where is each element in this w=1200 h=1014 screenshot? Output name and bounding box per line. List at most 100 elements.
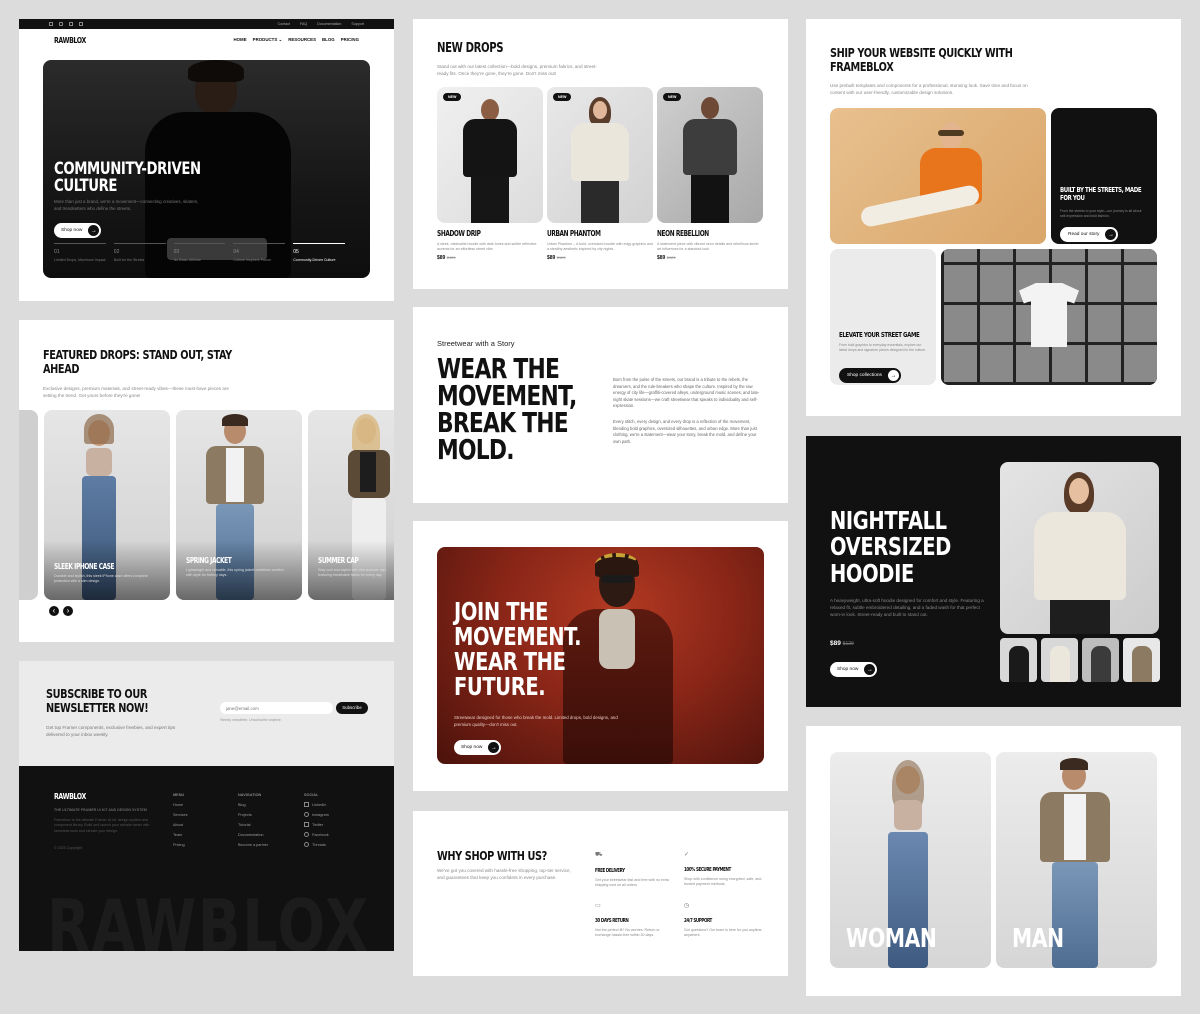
brand-logo[interactable]: RAWBLOX xyxy=(54,36,86,45)
footer-link[interactable]: Projects xyxy=(238,813,268,817)
nightfall-shop-button[interactable]: Shop now → xyxy=(830,662,878,677)
product-desc: Urban Phantom – A bold, oversized hoodie… xyxy=(547,242,653,252)
card-desc: Lightweight and versatile, this spring j… xyxy=(186,568,284,578)
arrow-right-icon: → xyxy=(1105,229,1117,240)
new-badge: NEW xyxy=(553,93,572,101)
nav-products[interactable]: PRODUCTS ⌄ xyxy=(253,37,283,43)
product-image[interactable]: NEW xyxy=(547,87,653,223)
elevate-title: ELEVATE YOUR STREET GAME xyxy=(839,331,920,339)
topbar-link-support[interactable]: Support xyxy=(351,22,364,26)
feature-free-delivery: ⛟ FREE DELIVERY Get your streetwear fast… xyxy=(595,851,675,889)
shop-collections-button[interactable]: Shop collections → xyxy=(839,368,901,383)
why-card: WHY SHOP WITH US? We've got you covered … xyxy=(413,811,788,976)
facebook-icon[interactable] xyxy=(79,22,83,26)
hero-shop-button[interactable]: Shop now → xyxy=(54,223,102,238)
product-old-price: $120 xyxy=(666,255,676,261)
story-para-2: Every stitch, every design, and every dr… xyxy=(613,419,757,444)
product-price: $89 xyxy=(437,255,446,262)
footer-link[interactable]: Team xyxy=(173,833,188,837)
why-desc: We've got you covered with hassle-free s… xyxy=(437,868,571,880)
footer-link[interactable]: Pricing xyxy=(173,843,188,847)
story-eyebrow: Streetwear with a Story xyxy=(437,339,515,348)
ship-card: SHIP YOUR WEBSITE QUICKLY WITH FRAMEBLOX… xyxy=(806,19,1181,416)
carousel-next-button[interactable]: › xyxy=(63,606,73,616)
instagram-icon[interactable] xyxy=(59,22,63,26)
step-2[interactable]: 02 Built for the Streets xyxy=(113,243,166,262)
read-story-button[interactable]: Read our story → xyxy=(1060,227,1119,242)
social-facebook[interactable]: Facebook xyxy=(304,832,329,837)
thumbnail[interactable] xyxy=(1041,638,1078,682)
footer-link[interactable]: About xyxy=(173,823,188,827)
twitter-icon[interactable] xyxy=(69,22,73,26)
product-card[interactable]: NEW URBAN PHANTOM Urban Phantom – A bold… xyxy=(547,87,653,261)
nav-blog[interactable]: BLOG xyxy=(322,37,335,43)
product-card[interactable]: NEW SHADOW DRIP A sleek, minimalist hood… xyxy=(437,87,543,261)
thumbnail[interactable] xyxy=(1000,638,1037,682)
card-desc: Stay cool and stylish with this summer c… xyxy=(318,568,387,578)
footer-brand[interactable]: RAWBLOX xyxy=(54,792,86,801)
tshirt-window-image xyxy=(941,249,1157,385)
feature-desc: Not the perfect fit? No worries. Return … xyxy=(595,928,660,938)
footer-link[interactable]: Tutorial xyxy=(238,823,268,827)
carousel-card-iphone[interactable]: SLEEK IPHONE CASE Durable and stylish, t… xyxy=(44,410,170,600)
nav-pricing[interactable]: PRICING xyxy=(341,37,359,43)
elevate-desc: From bold graphics to everyday essential… xyxy=(839,343,927,352)
story-para-1: Born from the pulse of the streets, our … xyxy=(613,377,760,408)
step-4[interactable]: 04 Culture Inspired, Future xyxy=(233,243,286,262)
woman-category[interactable]: WOMAN xyxy=(830,752,991,968)
footer-link[interactable]: Documentation xyxy=(238,833,268,837)
product-old-price: $120 xyxy=(446,255,456,261)
man-category[interactable]: MAN xyxy=(996,752,1157,968)
topbar-link-faq[interactable]: FAQ xyxy=(300,22,307,26)
footer-link[interactable]: Blog xyxy=(238,803,268,807)
feature-secure-payment: ✓ 100% SECURE PAYMENT Shop with confiden… xyxy=(684,851,764,888)
topbar-link-docs[interactable]: Documentation xyxy=(317,22,341,26)
carousel-card-jacket[interactable]: SPRING JACKET Lightweight and versatile,… xyxy=(176,410,302,600)
truck-icon: ⛟ xyxy=(595,852,603,858)
footer-link[interactable]: Services xyxy=(173,813,188,817)
nav-home[interactable]: HOME xyxy=(233,37,246,43)
join-shop-button[interactable]: Shop now → xyxy=(454,740,502,755)
footer-link[interactable]: Become a partner xyxy=(238,843,268,847)
story-card: Streetwear with a Story WEAR THE MOVEMEN… xyxy=(413,307,788,503)
product-image[interactable]: NEW xyxy=(437,87,543,223)
product-image[interactable]: NEW xyxy=(657,87,763,223)
linkedin-icon[interactable] xyxy=(49,22,53,26)
arrow-right-icon: → xyxy=(887,370,899,381)
social-threads[interactable]: Threads xyxy=(304,842,329,847)
product-old-price: $120 xyxy=(556,255,566,261)
nightfall-main-image xyxy=(1000,462,1159,634)
carousel-card-partial[interactable] xyxy=(19,410,38,600)
thumbnail[interactable] xyxy=(1123,638,1160,682)
arrow-right-icon: → xyxy=(488,742,500,753)
social-linkedin[interactable]: LinkedIn xyxy=(304,802,329,807)
social-twitter[interactable]: Twitter xyxy=(304,822,329,827)
hero-title: COMMUNITY-DRIVEN CULTURE xyxy=(54,159,201,196)
product-name: SHADOW DRIP xyxy=(437,229,481,238)
arrow-right-icon: → xyxy=(864,664,876,675)
product-price: $89 xyxy=(657,255,666,262)
feature-title: 30 DAYS RETURN xyxy=(595,918,629,924)
hero-desc: More than just a brand, we're a movement… xyxy=(54,199,199,211)
social-instagram[interactable]: Instagram xyxy=(304,812,329,817)
feature-title: 24/7 SUPPORT xyxy=(684,918,712,924)
thumbnail[interactable] xyxy=(1082,638,1119,682)
featured-desc: Exclusive designs, premium materials, an… xyxy=(43,386,229,398)
nav-resources[interactable]: RESOURCES xyxy=(288,37,316,43)
product-price: $89 xyxy=(547,255,556,262)
subscribe-button[interactable]: Subscribe xyxy=(336,702,368,714)
carousel-prev-button[interactable]: ‹ xyxy=(49,606,59,616)
product-card[interactable]: NEW NEON REBELLION A statement piece wit… xyxy=(657,87,763,261)
step-1[interactable]: 01 Limited Drops, Maximum Impact xyxy=(54,243,106,262)
ship-title: SHIP YOUR WEBSITE QUICKLY WITH FRAMEBLOX xyxy=(830,45,1013,75)
step-5-active[interactable]: 05 Community-Driven Culture xyxy=(293,243,345,262)
topbar-link-contact[interactable]: Contact xyxy=(278,22,290,26)
new-drops-title: NEW DROPS xyxy=(437,41,504,56)
footer-link[interactable]: Home xyxy=(173,803,188,807)
step-3[interactable]: 03 No Basic Attitude xyxy=(173,243,226,262)
card-desc: Durable and stylish, this sleek iPhone c… xyxy=(54,574,148,584)
product-name: URBAN PHANTOM xyxy=(547,229,601,238)
newsletter-email-input[interactable] xyxy=(220,702,333,714)
carousel-card-cap[interactable]: SUMMER CAP Stay cool and stylish with th… xyxy=(308,410,394,600)
arrow-right-icon: → xyxy=(88,225,100,236)
